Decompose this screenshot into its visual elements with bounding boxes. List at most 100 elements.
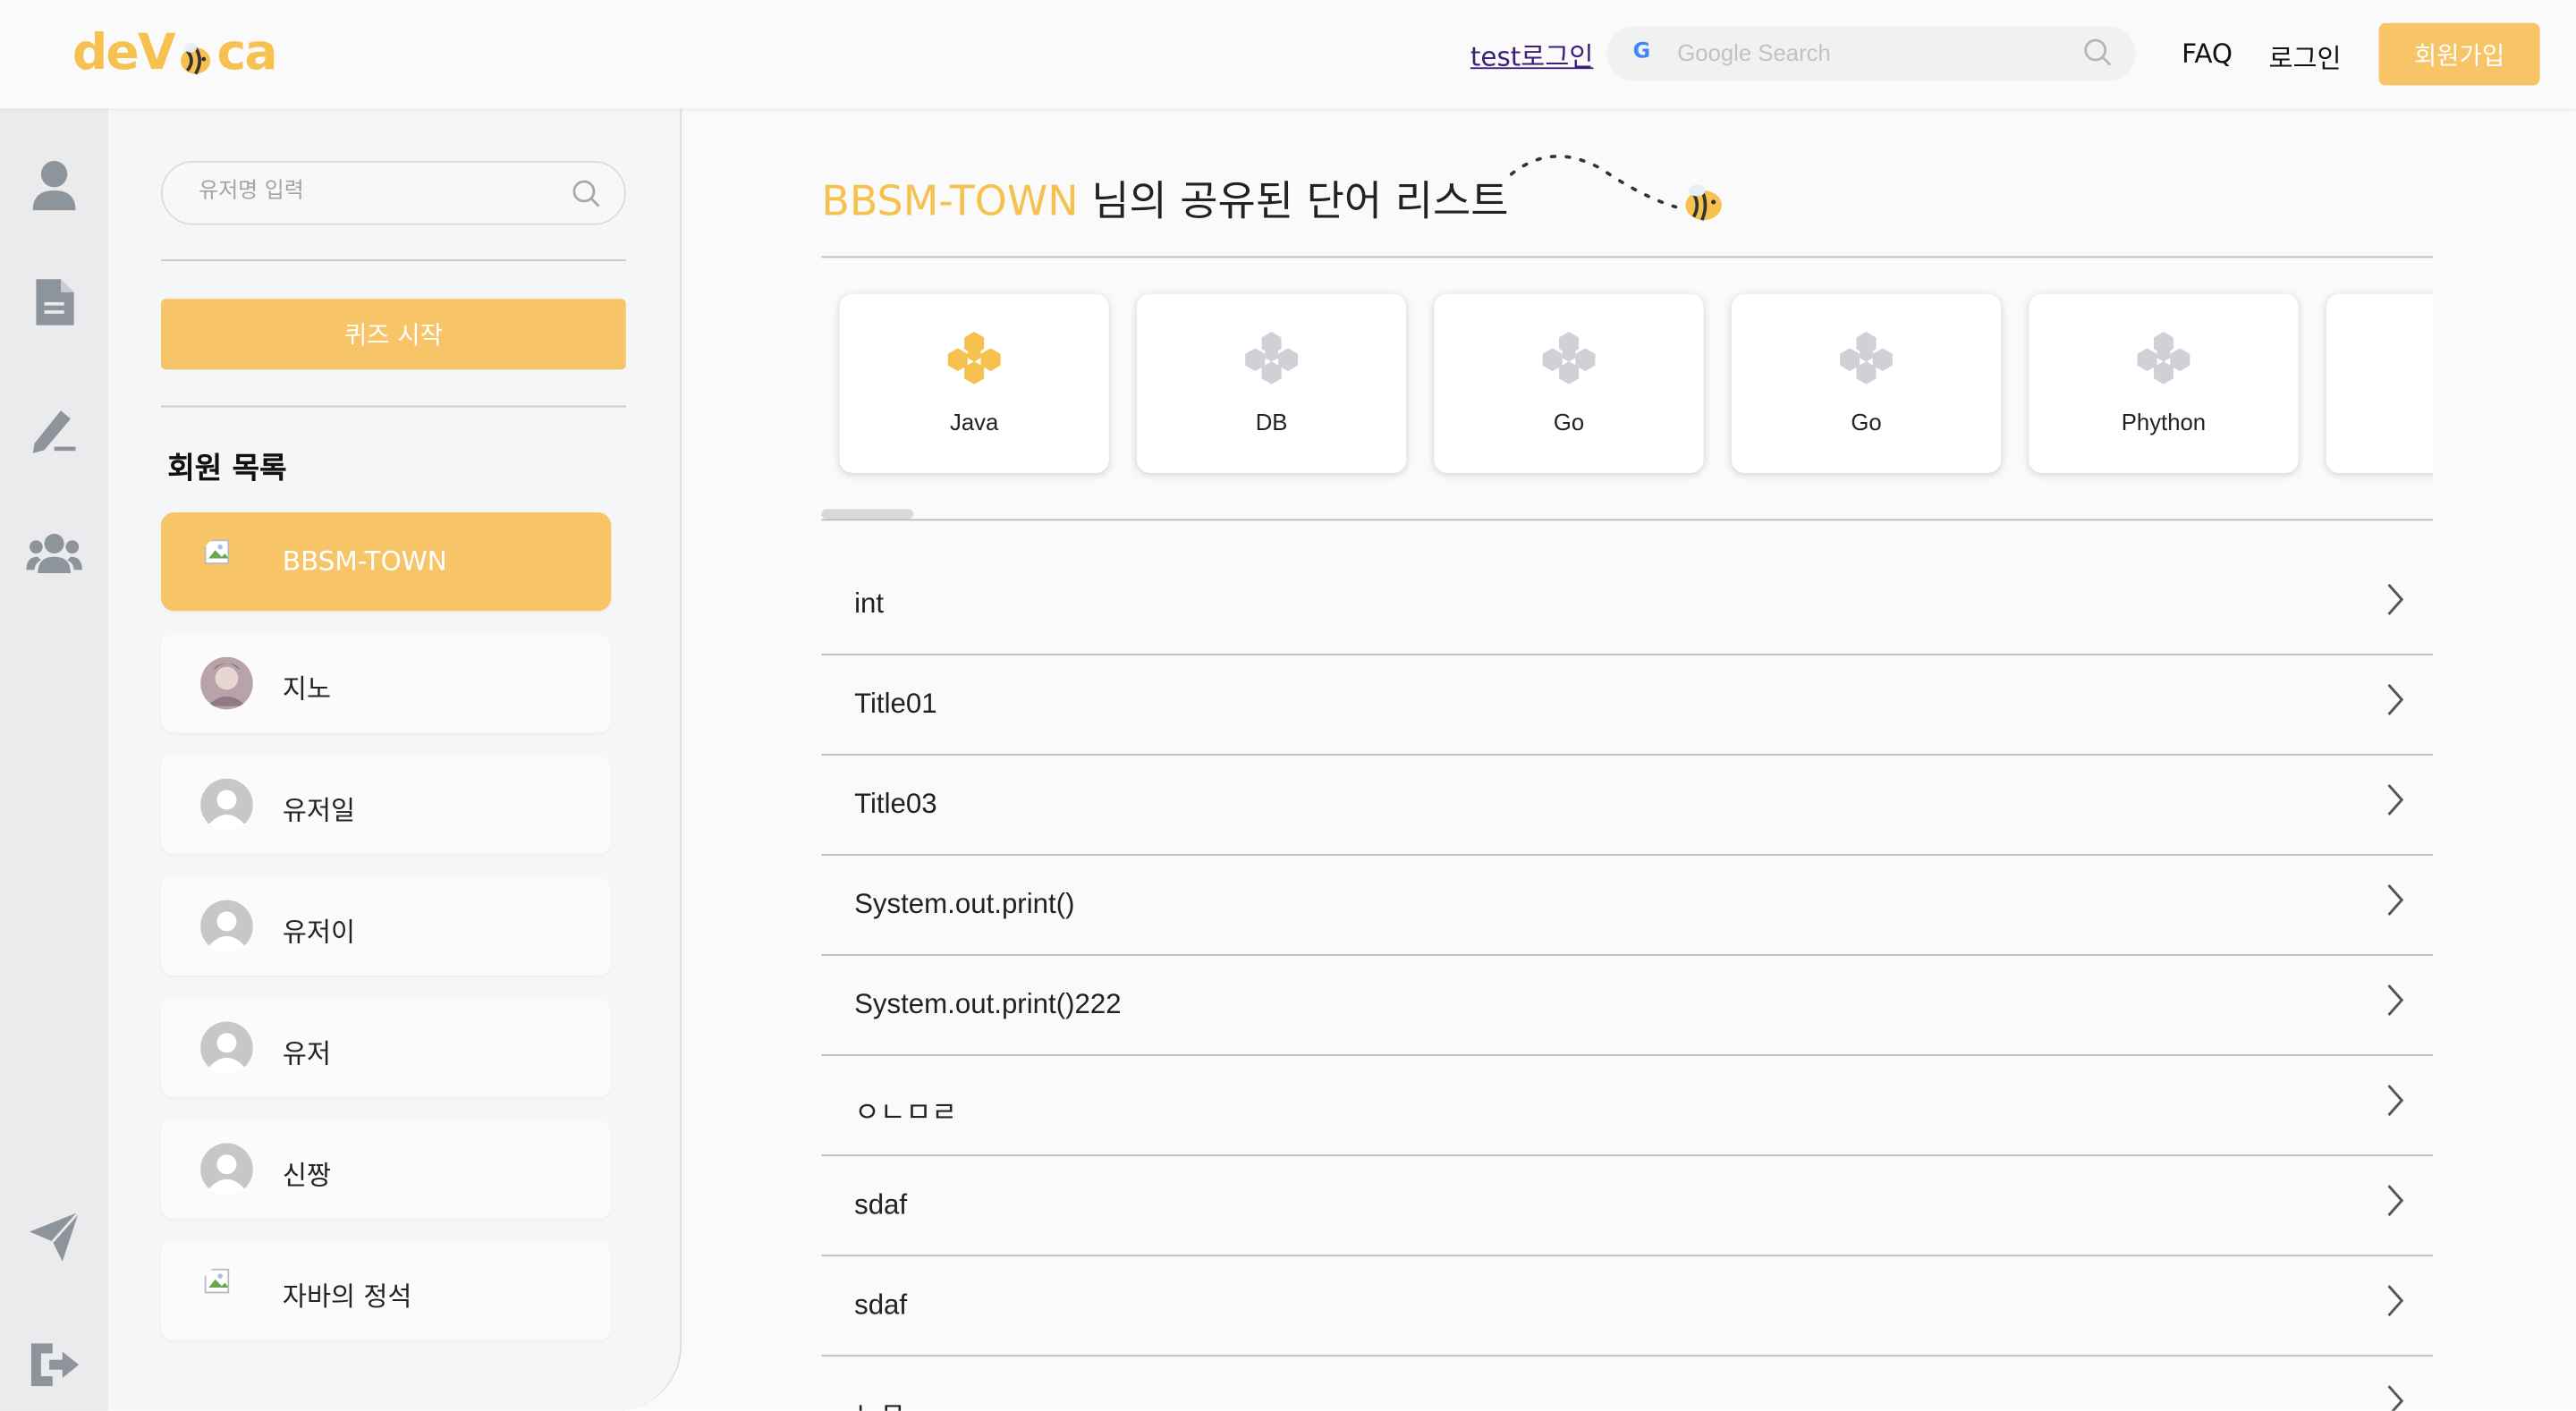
page-title: BBSM-TOWN 님의 공유된 단어 리스트 [821,169,1508,228]
divider [160,405,626,408]
user-search-box[interactable] [160,160,626,225]
category-card[interactable]: Phython [2029,293,2299,473]
category-card[interactable]: Java [839,293,1109,473]
logo-text-left: deV [72,23,176,81]
logo[interactable]: deV ca [72,20,278,85]
chevron-right-icon [2384,1182,2407,1225]
signup-button[interactable]: 회원가입 [2378,22,2540,86]
user-search-input[interactable] [199,179,561,204]
category-label: Ph [2326,409,2433,435]
honeycomb-icon [945,328,1004,393]
member-item[interactable]: 유저이 [160,876,612,976]
chevron-right-icon [2384,882,2407,925]
word-title: Title01 [854,688,937,720]
word-title: System.out.print()222 [854,988,1122,1020]
category-card[interactable]: Go [1731,293,2002,473]
bee-logo-icon [176,33,216,75]
google-search-placeholder: Google Search [1677,39,1831,66]
word-title: Title03 [854,788,937,820]
honeycomb-icon [1836,328,1895,393]
chevron-right-icon [2384,1282,2407,1325]
honeycomb-icon [1242,328,1301,393]
icon-rail [0,108,109,1411]
word-row[interactable]: sdaf [821,1156,2434,1257]
chevron-right-icon [2384,982,2407,1025]
search-icon[interactable] [2083,38,2113,73]
category-label: Java [949,409,999,435]
group-icon[interactable] [26,526,82,581]
chevron-right-icon [2384,681,2407,724]
member-name: 신짱 [282,1159,332,1191]
word-row[interactable]: sdaf [821,1256,2434,1357]
word-title: ㄴㅁ [854,1390,905,1411]
category-label: Go [1851,409,1882,435]
broken-image-icon [200,1264,253,1317]
search-icon[interactable] [572,179,601,215]
divider [821,256,2434,258]
default-avatar-icon [200,1021,253,1075]
logout-icon[interactable] [26,1337,81,1392]
divider [821,519,2434,521]
quiz-start-button[interactable]: 퀴즈 시작 [160,299,626,370]
bee-flight-icon [1504,145,1733,233]
word-row[interactable]: System.out.print()222 [821,956,2434,1056]
login-link[interactable]: 로그인 [2268,36,2341,75]
broken-image-icon [200,536,253,588]
avatar [200,656,253,710]
logo-text-right: ca [216,23,278,81]
divider [160,259,626,262]
member-item[interactable]: 자바의 정석 [160,1241,612,1340]
document-icon[interactable] [26,275,81,330]
test-login-link[interactable]: test로그인 [1470,35,1594,74]
member-name: 유저이 [282,916,356,948]
word-title: ㅇㄴㅁㄹ [854,1096,957,1128]
word-row[interactable]: Title03 [821,756,2434,856]
word-row[interactable]: ㄴㅁ [821,1356,2433,1411]
member-panel: 퀴즈 시작 회원 목록 BBSM-TOWN 지노 유저일 유저이 [108,108,682,1411]
member-item[interactable]: 유저 [160,998,612,1097]
title-username: BBSM-TOWN [821,177,1079,225]
default-avatar-icon [200,778,253,832]
member-name: 유저일 [282,794,356,826]
word-row[interactable]: System.out.print() [821,856,2434,956]
category-carousel[interactable]: Java DB Go Go Phython [821,279,2434,493]
chevron-right-icon [2384,1082,2407,1125]
faq-link[interactable]: FAQ [2182,38,2233,69]
top-header: deV ca test로그인 G Google Search FAQ 로그인 회… [0,0,2576,109]
member-name: 유저 [282,1037,332,1069]
send-icon[interactable] [26,1209,81,1264]
word-row[interactable]: int [821,555,2434,655]
member-name: 자바의 정석 [282,1280,412,1313]
honeycomb-icon [1539,328,1598,393]
chevron-right-icon [2384,581,2407,624]
google-search-bar[interactable]: G Google Search [1606,26,2136,80]
default-avatar-icon [200,1143,253,1196]
word-title: sdaf [854,1188,908,1221]
title-text: 님의 공유된 단어 리스트 [1078,177,1509,225]
page: deV ca test로그인 G Google Search FAQ 로그인 회… [0,0,2576,1411]
user-icon[interactable] [26,157,81,213]
category-label: DB [1255,409,1288,435]
category-card[interactable]: Go [1434,293,1704,473]
google-icon: G [1632,39,1651,64]
carousel-scrollbar[interactable] [821,509,914,520]
word-row[interactable]: Title01 [821,655,2434,756]
member-item[interactable]: 신짱 [160,1120,612,1219]
default-avatar-icon [200,900,253,953]
category-label: Go [1553,409,1585,435]
member-name: BBSM-TOWN [282,545,447,577]
category-card[interactable]: DB [1136,293,1407,473]
edit-icon[interactable] [26,401,81,456]
member-name: 지노 [282,673,332,705]
member-item[interactable]: 지노 [160,633,612,733]
word-title: int [854,587,885,620]
category-label: Phython [2121,409,2207,435]
chevron-right-icon [2384,782,2407,824]
word-title: System.out.print() [854,888,1075,920]
member-item[interactable]: BBSM-TOWN [160,512,612,612]
chevron-right-icon [2384,1383,2407,1411]
member-item[interactable]: 유저일 [160,755,612,855]
word-row[interactable]: ㅇㄴㅁㄹ [821,1056,2434,1157]
honeycomb-icon [2431,328,2433,393]
category-card[interactable]: Ph [2326,293,2434,473]
